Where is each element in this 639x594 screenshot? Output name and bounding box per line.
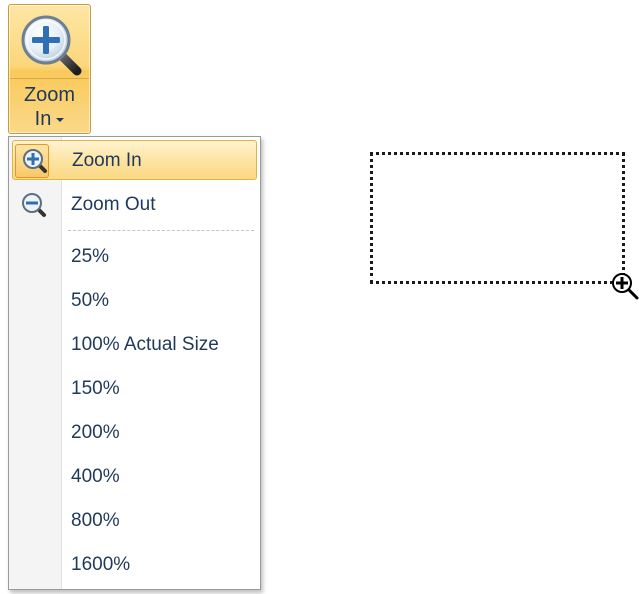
split-button-divider <box>10 78 89 79</box>
menu-item-label: 1600% <box>71 554 131 575</box>
menu-item-label: 100% Actual Size <box>71 334 219 355</box>
menu-item-zoom-100[interactable]: 100% Actual Size <box>12 325 257 365</box>
dropdown-arrow-icon[interactable] <box>56 117 65 122</box>
menu-item-zoom-25[interactable]: 25% <box>12 237 257 277</box>
menu-item-zoom-150[interactable]: 150% <box>12 369 257 409</box>
menu-item-zoom-1600[interactable]: 1600% <box>12 545 257 585</box>
menu-item-zoom-400[interactable]: 400% <box>12 457 257 497</box>
menu-item-zoom-800[interactable]: 800% <box>12 501 257 541</box>
menu-item-label: 50% <box>71 290 110 311</box>
menu-item-label: 400% <box>71 466 120 487</box>
zoom-in-ribbon-label-line2: In <box>34 108 52 130</box>
menu-item-label: 800% <box>71 510 120 531</box>
zoom-in-icon <box>23 149 47 173</box>
zoom-selection-rectangle[interactable] <box>370 152 625 284</box>
menu-item-label: Zoom In <box>72 150 142 171</box>
zoom-in-ribbon-label-line1: Zoom <box>23 84 76 106</box>
zoom-dropdown-menu: Zoom In Zoom Out 25% 50% 100% Actual Siz… <box>8 136 261 590</box>
menu-item-zoom-50[interactable]: 50% <box>12 281 257 321</box>
zoom-in-cursor-icon <box>612 273 639 300</box>
zoom-in-ribbon-button[interactable]: Zoom In <box>8 4 91 134</box>
paint-window: Zoom In Zoom In Zoom Out 25% 50% 100% Ac… <box>0 0 639 594</box>
menu-item-label: 200% <box>71 422 120 443</box>
menu-separator <box>68 230 254 231</box>
menu-item-zoom-out[interactable]: Zoom Out <box>12 185 257 225</box>
menu-item-zoom-200[interactable]: 200% <box>12 413 257 453</box>
zoom-in-ribbon-label[interactable]: Zoom In <box>9 83 90 131</box>
menu-item-label: Zoom Out <box>71 194 156 215</box>
zoom-out-icon <box>22 193 46 217</box>
menu-item-zoom-in[interactable]: Zoom In <box>12 140 257 180</box>
menu-item-label: 25% <box>71 246 110 267</box>
menu-item-label: 150% <box>71 378 120 399</box>
zoom-in-magnifier-icon <box>21 15 82 76</box>
